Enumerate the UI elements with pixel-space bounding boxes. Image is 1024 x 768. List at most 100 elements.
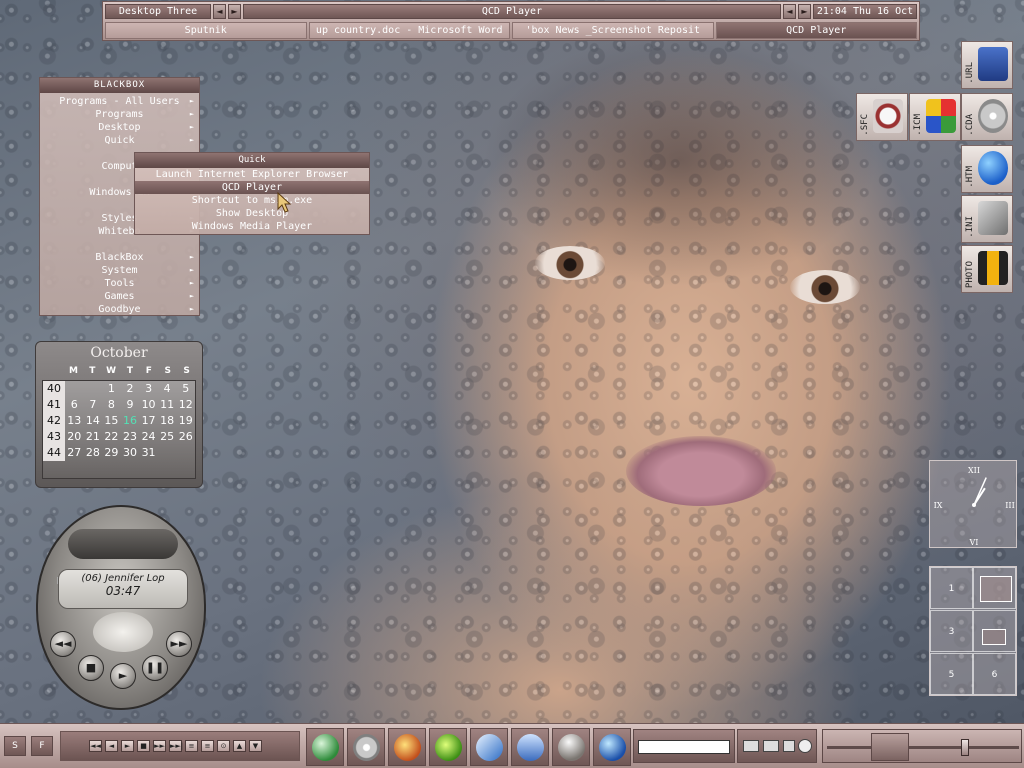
task-button[interactable]: 'box News _Screenshot Reposit [512, 22, 714, 39]
submenu-item[interactable]: Shortcut to msim.exe [135, 194, 369, 207]
submenu-item[interactable]: Show Desktop [135, 207, 369, 220]
menu-item[interactable]: System ► [40, 264, 199, 277]
calendar-day[interactable]: 29 [102, 445, 121, 461]
cd-icon[interactable] [347, 728, 385, 766]
command-input[interactable] [638, 740, 730, 754]
tray-app-icon[interactable] [783, 740, 795, 752]
transport-button[interactable]: ⊙ [217, 740, 230, 752]
scanner-icon[interactable] [470, 728, 508, 766]
stop-button[interactable]: ■ [78, 655, 104, 681]
calendar-day[interactable]: 17 [139, 413, 158, 429]
cda-icon[interactable]: .CDA [961, 93, 1013, 141]
submenu-item[interactable]: Launch Internet Explorer Browser [135, 168, 369, 181]
toolbar-clock[interactable]: 21:04 Thu 16 Oct [813, 4, 917, 19]
transport-button[interactable]: ◄ [105, 740, 118, 752]
player-center-dial[interactable] [93, 612, 153, 652]
calendar-day[interactable]: 14 [84, 413, 103, 429]
menu-item[interactable]: Quick ► [40, 134, 199, 147]
workspace-label[interactable]: Desktop Three [105, 4, 211, 19]
menu-item[interactable]: BlackBox ► [40, 251, 199, 264]
slit-toggle-button[interactable]: S [4, 736, 26, 756]
qcd-player-icon[interactable] [306, 728, 344, 766]
window-next-button[interactable]: ► [798, 4, 811, 19]
volume-knob[interactable] [961, 739, 970, 756]
drive-icon[interactable] [871, 733, 909, 761]
task-button[interactable]: Sputnik [105, 22, 307, 39]
window-title-label[interactable]: QCD Player [243, 4, 781, 19]
calendar-day[interactable]: 3 [139, 381, 158, 397]
tray-monitor-icon[interactable] [763, 740, 779, 752]
calendar-day[interactable]: 7 [84, 397, 103, 413]
pager-desktop-5[interactable]: 5 [930, 653, 973, 695]
transport-button[interactable]: ≡ [201, 740, 214, 752]
calendar-day[interactable]: 8 [102, 397, 121, 413]
submenu-item[interactable]: Windows Media Player [135, 220, 369, 233]
transport-button[interactable]: ■ [137, 740, 150, 752]
transport-button[interactable]: ▼ [249, 740, 262, 752]
transport-button[interactable]: ◄◄ [89, 740, 102, 752]
calendar-day[interactable]: 1 [102, 381, 121, 397]
tray-link-icon[interactable] [798, 739, 812, 753]
task-button[interactable]: up country.doc - Microsoft Word [308, 22, 510, 39]
calendar-day[interactable]: 27 [65, 445, 84, 461]
focus-toggle-button[interactable]: F [31, 736, 53, 756]
menu-title[interactable]: BLACKBOX [40, 78, 199, 93]
pause-button[interactable]: ❚❚ [142, 655, 168, 681]
pager-desktop-4[interactable] [973, 610, 1016, 652]
pager-desktop-3[interactable]: 3 [930, 610, 973, 652]
htm-icon[interactable]: .HTM [961, 145, 1013, 193]
menu-item[interactable]: Programs - All Users ► [40, 95, 199, 108]
icm-icon[interactable]: .ICM [909, 93, 961, 141]
calendar-day[interactable]: 21 [84, 429, 103, 445]
calendar-day[interactable]: 4 [158, 381, 177, 397]
calendar-day[interactable]: 23 [121, 429, 140, 445]
calendar-day[interactable]: 22 [102, 429, 121, 445]
calendar-day[interactable]: 15 [102, 413, 121, 429]
previous-button[interactable]: ◄◄ [50, 631, 76, 657]
calendar-day[interactable]: 2 [121, 381, 140, 397]
photo-icon[interactable]: PHOTO [961, 245, 1013, 293]
calendar-day[interactable]: 12 [176, 397, 195, 413]
window-prev-button[interactable]: ◄ [783, 4, 796, 19]
globe-icon[interactable] [593, 728, 631, 766]
transport-button[interactable]: ≡ [185, 740, 198, 752]
transport-button[interactable]: ► [121, 740, 134, 752]
calendar-day[interactable]: 28 [84, 445, 103, 461]
music-icon[interactable] [429, 728, 467, 766]
calendar-day[interactable]: 16 [121, 413, 140, 429]
drive-icon[interactable] [552, 728, 590, 766]
pager-desktop-2[interactable] [973, 567, 1016, 609]
menu-item[interactable]: Tools ► [40, 277, 199, 290]
player-top-controls[interactable] [68, 529, 178, 559]
calendar-day[interactable]: 11 [158, 397, 177, 413]
ini-icon[interactable]: .INI [961, 195, 1013, 243]
computer-icon[interactable] [511, 728, 549, 766]
msn-icon[interactable] [388, 728, 426, 766]
pager-desktop-6[interactable]: 6 [973, 653, 1016, 695]
submenu-item[interactable]: QCD Player [135, 181, 369, 194]
menu-item[interactable]: Goodbye ► [40, 303, 199, 316]
transport-button[interactable]: ▲ [233, 740, 246, 752]
menu-item[interactable]: Desktop ► [40, 121, 199, 134]
calendar-day[interactable]: 9 [121, 397, 140, 413]
calendar-day[interactable]: 26 [176, 429, 195, 445]
sfc-icon[interactable]: .SFC [856, 93, 908, 141]
calendar-day[interactable]: 30 [121, 445, 140, 461]
pager-desktop-1[interactable]: 1 [930, 567, 973, 609]
calendar-day[interactable]: 18 [158, 413, 177, 429]
calendar-day[interactable]: 24 [139, 429, 158, 445]
calendar-day[interactable]: 13 [65, 413, 84, 429]
volume-slider[interactable] [822, 729, 1022, 763]
calendar-day[interactable]: 5 [176, 381, 195, 397]
calendar-day[interactable]: 31 [139, 445, 158, 461]
task-button[interactable]: QCD Player [715, 22, 917, 39]
calendar-day[interactable]: 25 [158, 429, 177, 445]
next-button[interactable]: ►► [166, 631, 192, 657]
menu-item[interactable]: Games ► [40, 290, 199, 303]
url-icon[interactable]: .URL [961, 41, 1013, 89]
calendar-day[interactable]: 20 [65, 429, 84, 445]
menu-item[interactable]: Programs ► [40, 108, 199, 121]
workspace-next-button[interactable]: ► [228, 4, 241, 19]
calendar-day[interactable]: 6 [65, 397, 84, 413]
tray-network-icon[interactable] [743, 740, 759, 752]
